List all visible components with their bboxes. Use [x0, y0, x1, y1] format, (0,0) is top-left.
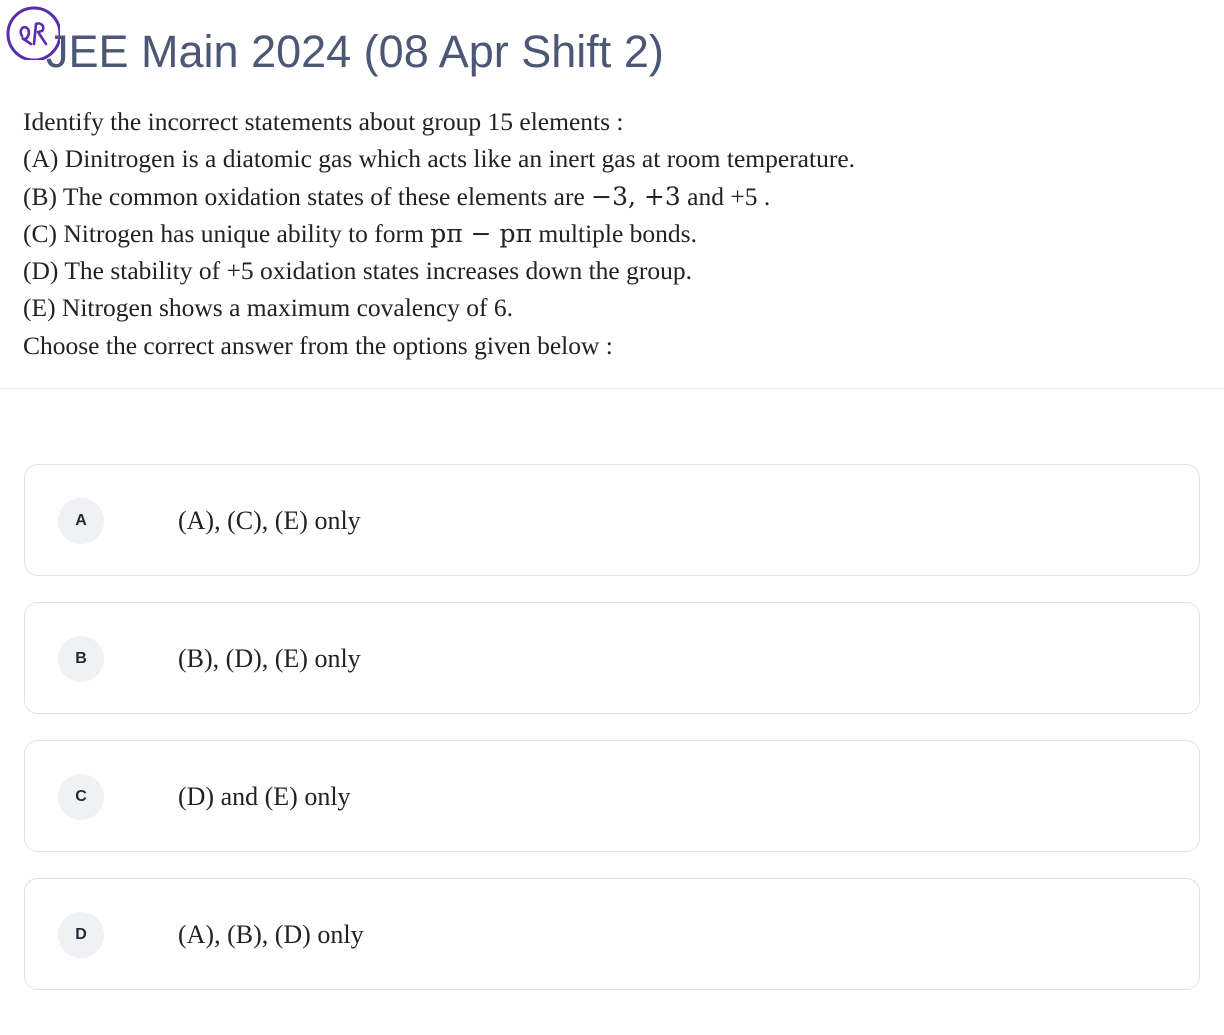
question-intro: Identify the incorrect statements about … [23, 107, 624, 136]
statement-d: (D) The stability of +5 oxidation states… [23, 256, 692, 286]
statement-b-text: (B) The common oxidation states of these… [23, 181, 592, 211]
divider [0, 388, 1224, 389]
option-letter-badge: D [58, 912, 104, 958]
question-instruction: Choose the correct answer from the optio… [23, 330, 613, 360]
question-body: Identify the incorrect statements about … [23, 103, 1203, 364]
option-letter-badge: A [58, 498, 104, 544]
option-d[interactable]: D (A), (B), (D) only [24, 878, 1200, 990]
statement-c-math: pπ − pπ [430, 218, 532, 248]
option-text: (A), (C), (E) only [178, 506, 361, 535]
option-text: (B), (D), (E) only [178, 644, 361, 673]
option-c[interactable]: C (D) and (E) only [24, 740, 1200, 852]
option-b[interactable]: B (B), (D), (E) only [24, 602, 1200, 714]
option-text: (A), (B), (D) only [178, 920, 364, 949]
statement-b-tail: and +5 . [680, 181, 771, 211]
statement-c-tail: multiple bonds. [531, 218, 697, 248]
statement-b: (B) The common oxidation states of these… [23, 178, 1203, 215]
option-letter-badge: B [58, 636, 104, 682]
option-letter-badge: C [58, 774, 104, 820]
statement-c-text: (C) Nitrogen has unique ability to form [23, 218, 431, 248]
page-title: JEE Main 2024 (08 Apr Shift 2) [46, 26, 664, 77]
option-text: (D) and (E) only [178, 782, 351, 811]
statement-c: (C) Nitrogen has unique ability to form … [23, 215, 1203, 252]
statement-e: (E) Nitrogen shows a maximum covalency o… [23, 293, 514, 323]
option-a[interactable]: A (A), (C), (E) only [24, 464, 1200, 576]
statement-b-math: −3, +3 [591, 181, 681, 211]
statement-a: (A) Dinitrogen is a diatomic gas which a… [23, 144, 856, 174]
